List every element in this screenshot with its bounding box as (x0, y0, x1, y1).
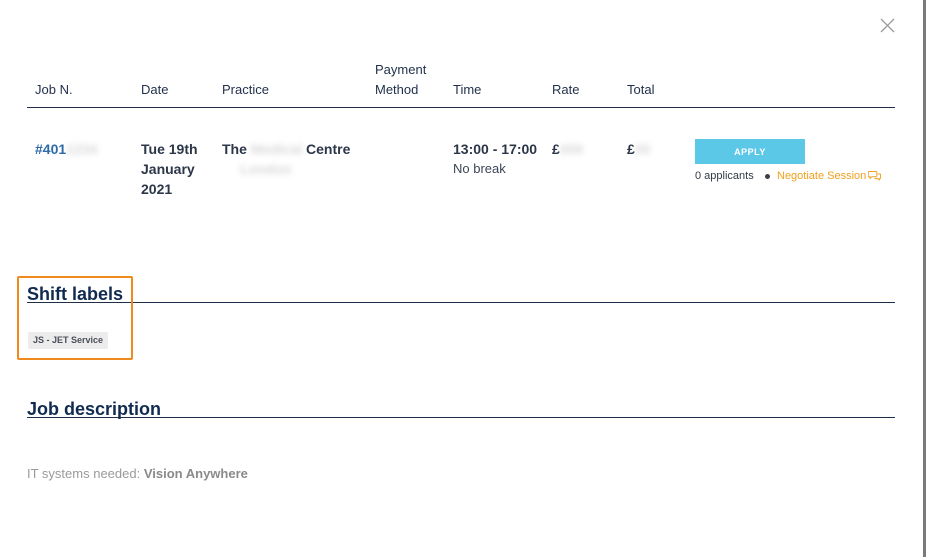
separator-dot (765, 174, 770, 179)
apply-button[interactable]: APPLY (695, 139, 805, 164)
it-systems-value: Vision Anywhere (143, 466, 248, 481)
date-line1: Tue 19th (141, 141, 198, 157)
date-line3: 2021 (141, 181, 173, 197)
shift-labels-divider (27, 302, 895, 303)
header-time: Time (453, 82, 482, 97)
practice-cell: The Medical Centre London (222, 139, 350, 179)
date-line2: January (141, 161, 195, 177)
header-total: Total (627, 82, 655, 97)
practice-suffix: Centre (306, 141, 351, 157)
it-systems-info: IT systems needed: Vision Anywhere (27, 465, 248, 483)
header-job-no: Job N. (35, 82, 73, 97)
redacted-text: 00 (634, 141, 651, 157)
header-practice: Practice (222, 82, 269, 97)
chat-bubbles-icon (867, 171, 882, 181)
header-payment-line1: Payment (375, 62, 427, 77)
header-payment-method: Payment Method (375, 60, 426, 100)
redacted-text: Medical (250, 141, 303, 157)
rate-cell: £000 (552, 139, 583, 159)
close-icon[interactable] (879, 17, 896, 34)
header-payment-line2: Method (375, 82, 419, 97)
header-divider (27, 107, 895, 108)
date-cell: Tue 19th January 2021 (141, 139, 198, 199)
applicants-count: 0 applicants (695, 170, 754, 182)
redacted-text: 000 (559, 141, 584, 157)
header-date: Date (141, 82, 169, 97)
total-currency: £ (627, 141, 635, 157)
practice-prefix: The (222, 141, 247, 157)
redacted-text: London (240, 161, 292, 177)
time-cell: 13:00 - 17:00 No break (453, 139, 537, 179)
negotiate-session-label[interactable]: Negotiate Session (777, 170, 866, 182)
rate-currency: £ (552, 141, 560, 157)
negotiate-session-link[interactable]: Negotiate Session (777, 168, 882, 184)
redacted-text: 1234 (66, 141, 98, 157)
job-number-link[interactable]: #401 (35, 141, 66, 157)
job-description-divider (27, 417, 895, 418)
time-range: 13:00 - 17:00 (453, 141, 538, 157)
break-info: No break (453, 161, 506, 176)
job-number-cell[interactable]: #4011234 (35, 139, 97, 159)
it-systems-label: IT systems needed: (27, 466, 141, 481)
header-rate: Rate (552, 82, 580, 97)
total-cell: £00 (627, 139, 650, 159)
highlight-annotation (17, 276, 133, 360)
